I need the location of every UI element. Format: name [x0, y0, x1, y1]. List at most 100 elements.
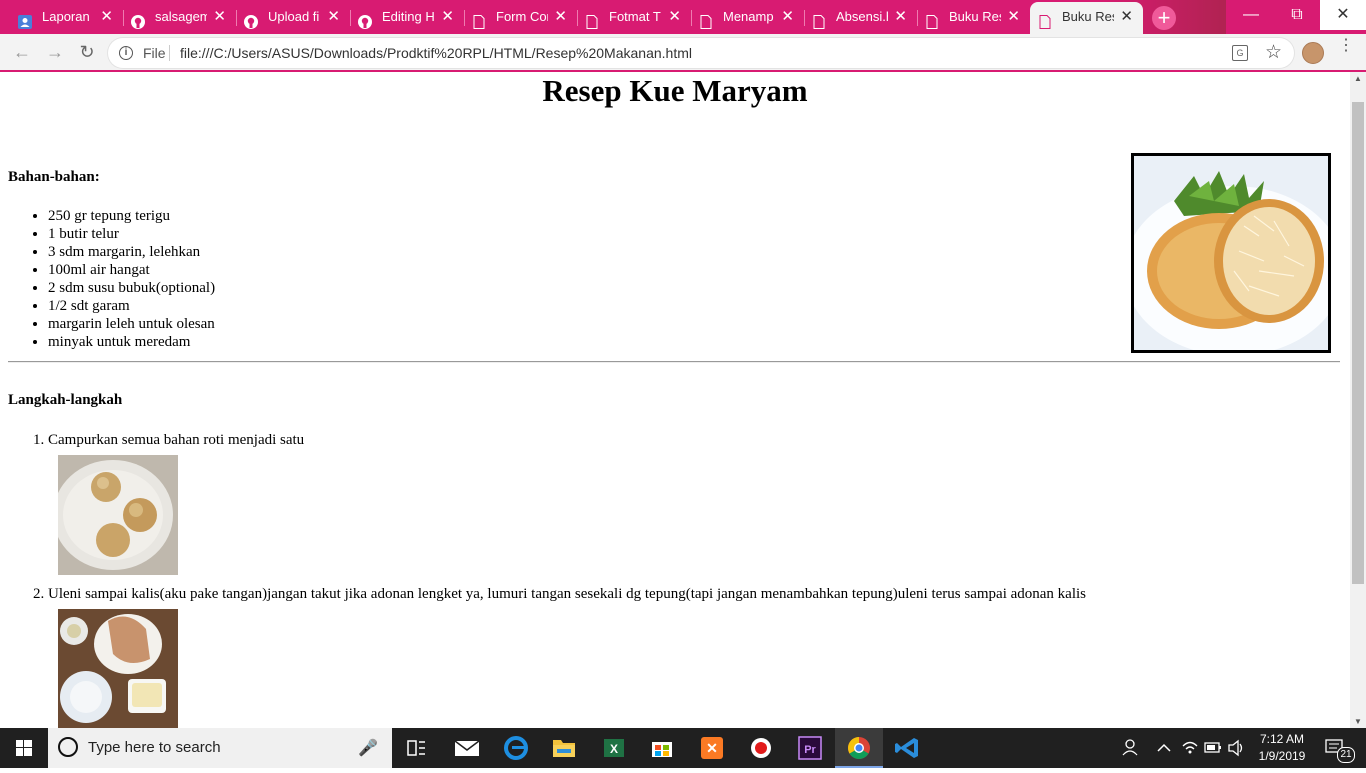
tab-label: Editing H [382, 9, 434, 24]
wifi-icon[interactable] [1180, 728, 1200, 768]
bookmark-star-icon[interactable]: ☆ [1265, 41, 1282, 64]
tab-close-icon[interactable]: ✕ [1120, 2, 1133, 32]
contacts-icon [18, 10, 32, 29]
windows-start-icon[interactable] [0, 728, 48, 768]
tab-close-icon[interactable]: ✕ [894, 2, 907, 32]
browser-tab[interactable]: Fotmat T ✕ [577, 2, 692, 34]
tab-close-icon[interactable]: ✕ [1007, 2, 1020, 32]
premiere-icon[interactable]: Pr [786, 728, 834, 768]
tab-close-icon[interactable]: ✕ [554, 2, 567, 32]
taskbar-search-box[interactable]: Type here to search 🎤 [48, 728, 392, 768]
address-bar[interactable]: i File file:///C:/Users/ASUS/Downloads/P… [108, 38, 1294, 68]
list-item: minyak untuk meredam [48, 333, 215, 351]
browser-tab[interactable]: Buku Res ✕ [917, 2, 1030, 34]
list-item: margarin leleh untuk olesan [48, 315, 215, 333]
document-icon [1038, 10, 1052, 29]
list-item: 1 butir telur [48, 225, 215, 243]
action-center-icon[interactable]: 21 [1320, 728, 1360, 768]
tab-label: Buku Res [1062, 9, 1114, 24]
document-icon [585, 10, 599, 29]
browser-tab-active[interactable]: Buku Res ✕ [1030, 2, 1143, 34]
new-tab-button[interactable]: + [1152, 6, 1176, 30]
tab-close-icon[interactable]: ✕ [213, 2, 226, 32]
tab-close-icon[interactable]: ✕ [100, 2, 113, 32]
vscode-icon[interactable] [884, 728, 932, 768]
more-menu-icon[interactable]: ⋮ [1338, 38, 1354, 62]
forward-arrow-icon[interactable]: → [45, 42, 65, 62]
tab-label: Fotmat T [609, 9, 661, 24]
tab-strip: Laporan I ✕ salsagem ✕ Upload fi ✕ Editi… [0, 0, 1366, 34]
scrollbar-thumb[interactable] [1352, 102, 1364, 584]
restore-button[interactable]: ⧉ [1274, 0, 1320, 30]
tab-close-icon[interactable]: ✕ [327, 2, 340, 32]
tab-label: Laporan I [42, 9, 94, 24]
tab-close-icon[interactable]: ✕ [781, 2, 794, 32]
browser-tab[interactable]: Menamp ✕ [691, 2, 805, 34]
github-icon [244, 10, 258, 29]
section-divider [8, 361, 1340, 363]
battery-icon[interactable] [1203, 728, 1223, 768]
browser-tab[interactable]: Editing H ✕ [350, 2, 465, 34]
screen-recorder-icon[interactable] [737, 728, 785, 768]
edge-icon[interactable] [492, 728, 540, 768]
url-text[interactable]: file:///C:/Users/ASUS/Downloads/Prodktif… [180, 45, 692, 61]
translate-icon[interactable]: G [1232, 45, 1248, 61]
scroll-down-arrow-icon[interactable]: ▼ [1350, 717, 1366, 726]
close-window-button[interactable]: ✕ [1320, 0, 1366, 30]
steps-heading: Langkah-langkah [8, 392, 123, 408]
xampp-icon[interactable]: ✕ [688, 728, 736, 768]
browser-tab[interactable]: salsagem ✕ [123, 2, 237, 34]
profile-avatar[interactable] [1302, 42, 1324, 64]
document-icon [699, 10, 713, 29]
svg-text:X: X [610, 742, 618, 756]
reload-icon[interactable]: ↻ [77, 42, 97, 62]
notification-badge: 21 [1337, 747, 1355, 763]
github-icon [358, 10, 372, 29]
tab-label: Buku Res [949, 9, 1001, 24]
browser-tab[interactable]: Form Cor ✕ [464, 2, 578, 34]
back-arrow-icon[interactable]: ← [12, 42, 32, 62]
step-text: Campurkan semua bahan roti menjadi satu [48, 432, 305, 448]
step-text: Uleni sampai kalis(aku pake tangan)janga… [48, 586, 1087, 602]
mail-icon[interactable] [443, 728, 491, 768]
kue-maryam-photo [1131, 153, 1331, 353]
web-page: Resep Kue Maryam Bahan-bahan: 250 gr tep… [0, 72, 1350, 728]
browser-tab[interactable]: Upload fi ✕ [236, 2, 351, 34]
tab-label: salsagem [155, 9, 207, 24]
step-item: Uleni sampai kalis(aku pake tangan)janga… [48, 585, 1350, 728]
task-view-icon[interactable] [392, 728, 440, 768]
store-icon[interactable] [638, 728, 686, 768]
excel-icon[interactable]: X [590, 728, 638, 768]
tab-label: Form Cor [496, 9, 548, 24]
document-icon [812, 10, 826, 29]
windows-taskbar: Type here to search 🎤 X ✕ Pr 7:12 AM 1/9… [0, 728, 1366, 768]
svg-text:Pr: Pr [804, 744, 816, 756]
people-icon[interactable] [1118, 728, 1142, 768]
clock-date: 1/9/2019 [1258, 749, 1306, 763]
ingredients-list: 250 gr tepung terigu 1 butir telur 3 sdm… [0, 207, 215, 351]
svg-text:✕: ✕ [706, 740, 718, 756]
browser-tab[interactable]: Absensi.h ✕ [804, 2, 918, 34]
system-clock[interactable]: 7:12 AM 1/9/2019 [1256, 731, 1308, 765]
chrome-icon[interactable] [835, 728, 883, 768]
list-item: 1/2 sdt garam [48, 297, 215, 315]
minimize-button[interactable]: — [1228, 0, 1274, 30]
search-icon [58, 737, 78, 757]
omnibox-separator [169, 45, 170, 61]
tab-label: Menamp [723, 9, 774, 24]
vertical-scrollbar[interactable]: ▲ ▼ [1350, 72, 1366, 728]
search-placeholder: Type here to search [88, 739, 221, 756]
chevron-up-icon[interactable] [1154, 728, 1174, 768]
steps-list: Campurkan semua bahan roti menjadi satu … [0, 431, 1350, 728]
tab-close-icon[interactable]: ✕ [668, 2, 681, 32]
tab-close-icon[interactable]: ✕ [441, 2, 454, 32]
dough-balls-photo [58, 455, 178, 575]
microphone-icon[interactable]: 🎤 [358, 738, 378, 758]
file-explorer-icon[interactable] [540, 728, 588, 768]
info-icon[interactable]: i [119, 46, 133, 60]
tab-label: Upload fi [268, 9, 320, 24]
volume-icon[interactable] [1226, 728, 1246, 768]
browser-tab[interactable]: Laporan I ✕ [10, 2, 124, 34]
scroll-up-arrow-icon[interactable]: ▲ [1350, 74, 1366, 83]
page-title: Resep Kue Maryam [542, 73, 808, 108]
